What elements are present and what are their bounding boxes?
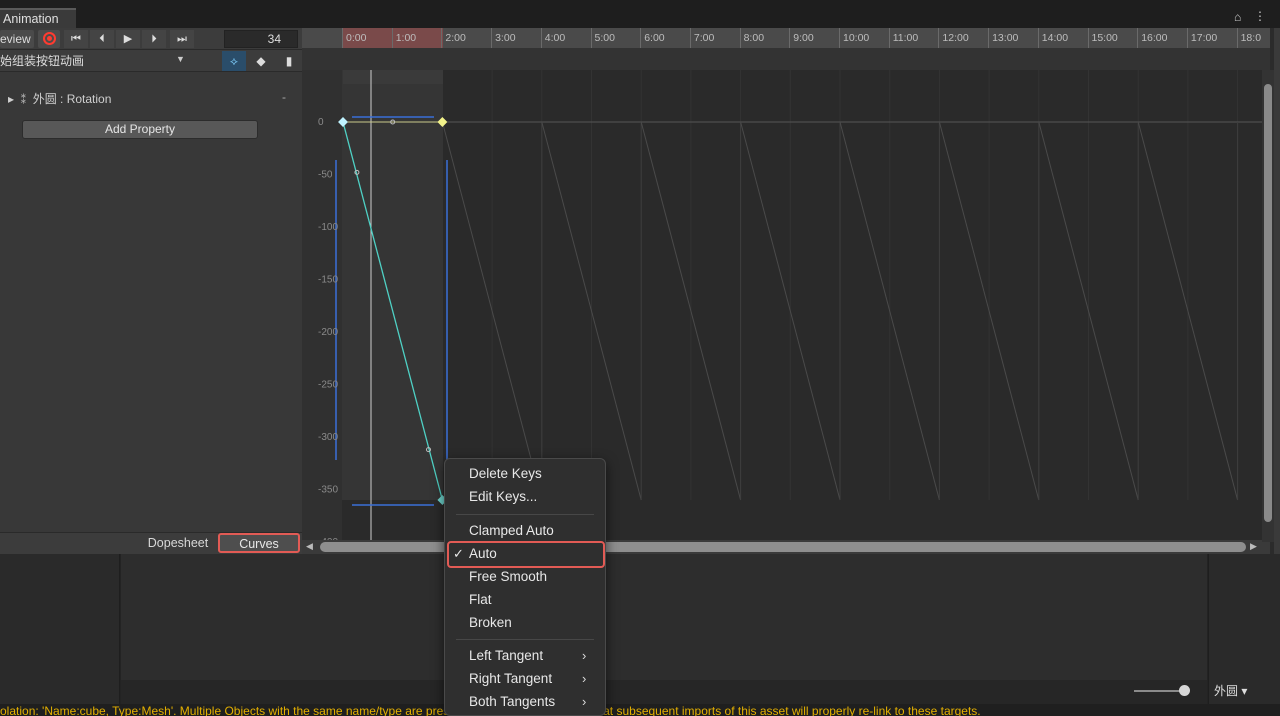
chevron-down-icon: ▼ <box>176 54 185 64</box>
tab-curves[interactable]: Curves <box>218 533 300 553</box>
preview-button[interactable]: eview <box>0 30 34 48</box>
timeline-tick: 5:00 <box>590 28 615 48</box>
next-key-icon[interactable]: ⏵ <box>142 30 166 48</box>
kebab-menu-icon[interactable]: ⋮ <box>1254 9 1266 23</box>
event-row[interactable] <box>302 48 1270 70</box>
timeline-tick: 3:00 <box>491 28 516 48</box>
grid-lines <box>342 70 1239 500</box>
animation-window: Animation ⌂ ⋮ eview ⏮ ⏴ ▶ ⏵ ⏭ 34 始组装按钮动画… <box>0 0 1280 716</box>
timeline-tick: 10:00 <box>839 28 869 48</box>
add-event-icon[interactable]: ▮ <box>277 51 301 71</box>
frame-field[interactable]: 34 <box>224 30 298 48</box>
menu-item-delete-keys[interactable]: Delete Keys <box>469 466 542 481</box>
timeline-tick: 7:00 <box>689 28 714 48</box>
lower-center-panel <box>121 554 1207 680</box>
clip-dropdown[interactable]: 始组装按钮动画 <box>0 52 190 70</box>
value-tick-label: -150 <box>318 275 338 286</box>
timeline-tick: 4:00 <box>540 28 565 48</box>
key-range-header <box>343 70 443 84</box>
timeline-tick: 2:00 <box>441 28 466 48</box>
timeline-tick: 12:00 <box>938 28 969 48</box>
timeline-tick: 16:00 <box>1137 28 1167 48</box>
tab-animation[interactable]: Animation <box>0 8 76 28</box>
timeline-tick: 11:00 <box>888 28 918 48</box>
menu-item-clamped-auto[interactable]: Clamped Auto <box>469 523 554 538</box>
chevron-right-icon: › <box>582 671 587 686</box>
value-tick-label: -300 <box>318 432 338 443</box>
value-tick-label: -50 <box>318 170 333 181</box>
timeline-tick: 6:00 <box>640 28 665 48</box>
menu-item-edit-keys[interactable]: Edit Keys... <box>469 489 537 504</box>
record-icon <box>43 32 56 45</box>
zoom-slider-handle[interactable] <box>1179 685 1190 696</box>
menu-separator <box>456 514 594 515</box>
rotation-curve <box>338 117 1262 505</box>
timeline-tick: 14:00 <box>1037 28 1068 48</box>
key-range-highlight <box>342 70 443 500</box>
scroll-left-icon[interactable]: ◀ <box>306 541 313 552</box>
timeline-tick: 13:00 <box>988 28 1018 48</box>
add-keyframe-icon[interactable]: ◆ <box>249 51 273 71</box>
remove-property-icon[interactable]: - <box>282 90 286 104</box>
property-rotation[interactable]: ▸ ⁑ 外圆 : Rotation <box>8 90 111 107</box>
layer-dropdown[interactable]: 外圆 ▾ <box>1214 682 1258 700</box>
menu-item-both-tangents[interactable]: Both Tangents <box>469 694 555 709</box>
last-key-icon[interactable]: ⏭ <box>170 30 194 48</box>
value-tick-label: -200 <box>318 327 338 338</box>
lower-left-panel <box>0 554 120 704</box>
menu-item-broken[interactable]: Broken <box>469 615 512 630</box>
tab-dopesheet[interactable]: Dopesheet <box>140 533 216 553</box>
lower-toolbar <box>121 680 1207 704</box>
timeline-tick: 8:00 <box>739 28 764 48</box>
filter-keys-icon[interactable]: ⟡ <box>222 51 246 71</box>
console-warning-text[interactable]: olation: 'Name:cube, Type:Mesh'. Multipl… <box>0 704 1280 716</box>
prev-key-icon[interactable]: ⏴ <box>90 30 114 48</box>
timeline-tick: 1:00 <box>391 28 416 48</box>
value-tick-label: -250 <box>318 380 338 391</box>
value-tick-label: -100 <box>318 222 338 233</box>
add-property-button[interactable]: Add Property <box>22 120 258 139</box>
inspector-edge <box>1274 28 1280 554</box>
timeline-tick: 15:00 <box>1087 28 1118 48</box>
timeline-tick: 9:00 <box>789 28 814 48</box>
zoom-slider-track[interactable] <box>1134 690 1184 692</box>
chevron-right-icon: › <box>582 648 587 663</box>
timeline-tick: 17:00 <box>1186 28 1217 48</box>
menu-item-right-tangent[interactable]: Right Tangent <box>469 671 552 686</box>
chevron-right-icon: › <box>582 694 587 709</box>
play-icon[interactable]: ▶ <box>116 30 140 48</box>
timeline-tick: 18:0 <box>1236 28 1261 48</box>
menu-separator <box>456 639 594 640</box>
window-title-bar <box>0 0 1280 28</box>
menu-item-left-tangent[interactable]: Left Tangent <box>469 648 543 663</box>
menu-item-free-smooth[interactable]: Free Smooth <box>469 569 547 584</box>
value-tick-label: -350 <box>318 485 338 496</box>
auto-highlight-box <box>447 541 605 568</box>
first-key-icon[interactable]: ⏮ <box>64 30 88 48</box>
menu-item-flat[interactable]: Flat <box>469 592 492 607</box>
scroll-right-icon[interactable]: ▶ <box>1250 541 1257 552</box>
vertical-scroll-thumb[interactable] <box>1264 84 1272 522</box>
timeline-tick: 0:00 <box>342 28 366 48</box>
value-tick-label: 0 <box>318 117 324 128</box>
lock-icon[interactable]: ⌂ <box>1234 10 1241 24</box>
